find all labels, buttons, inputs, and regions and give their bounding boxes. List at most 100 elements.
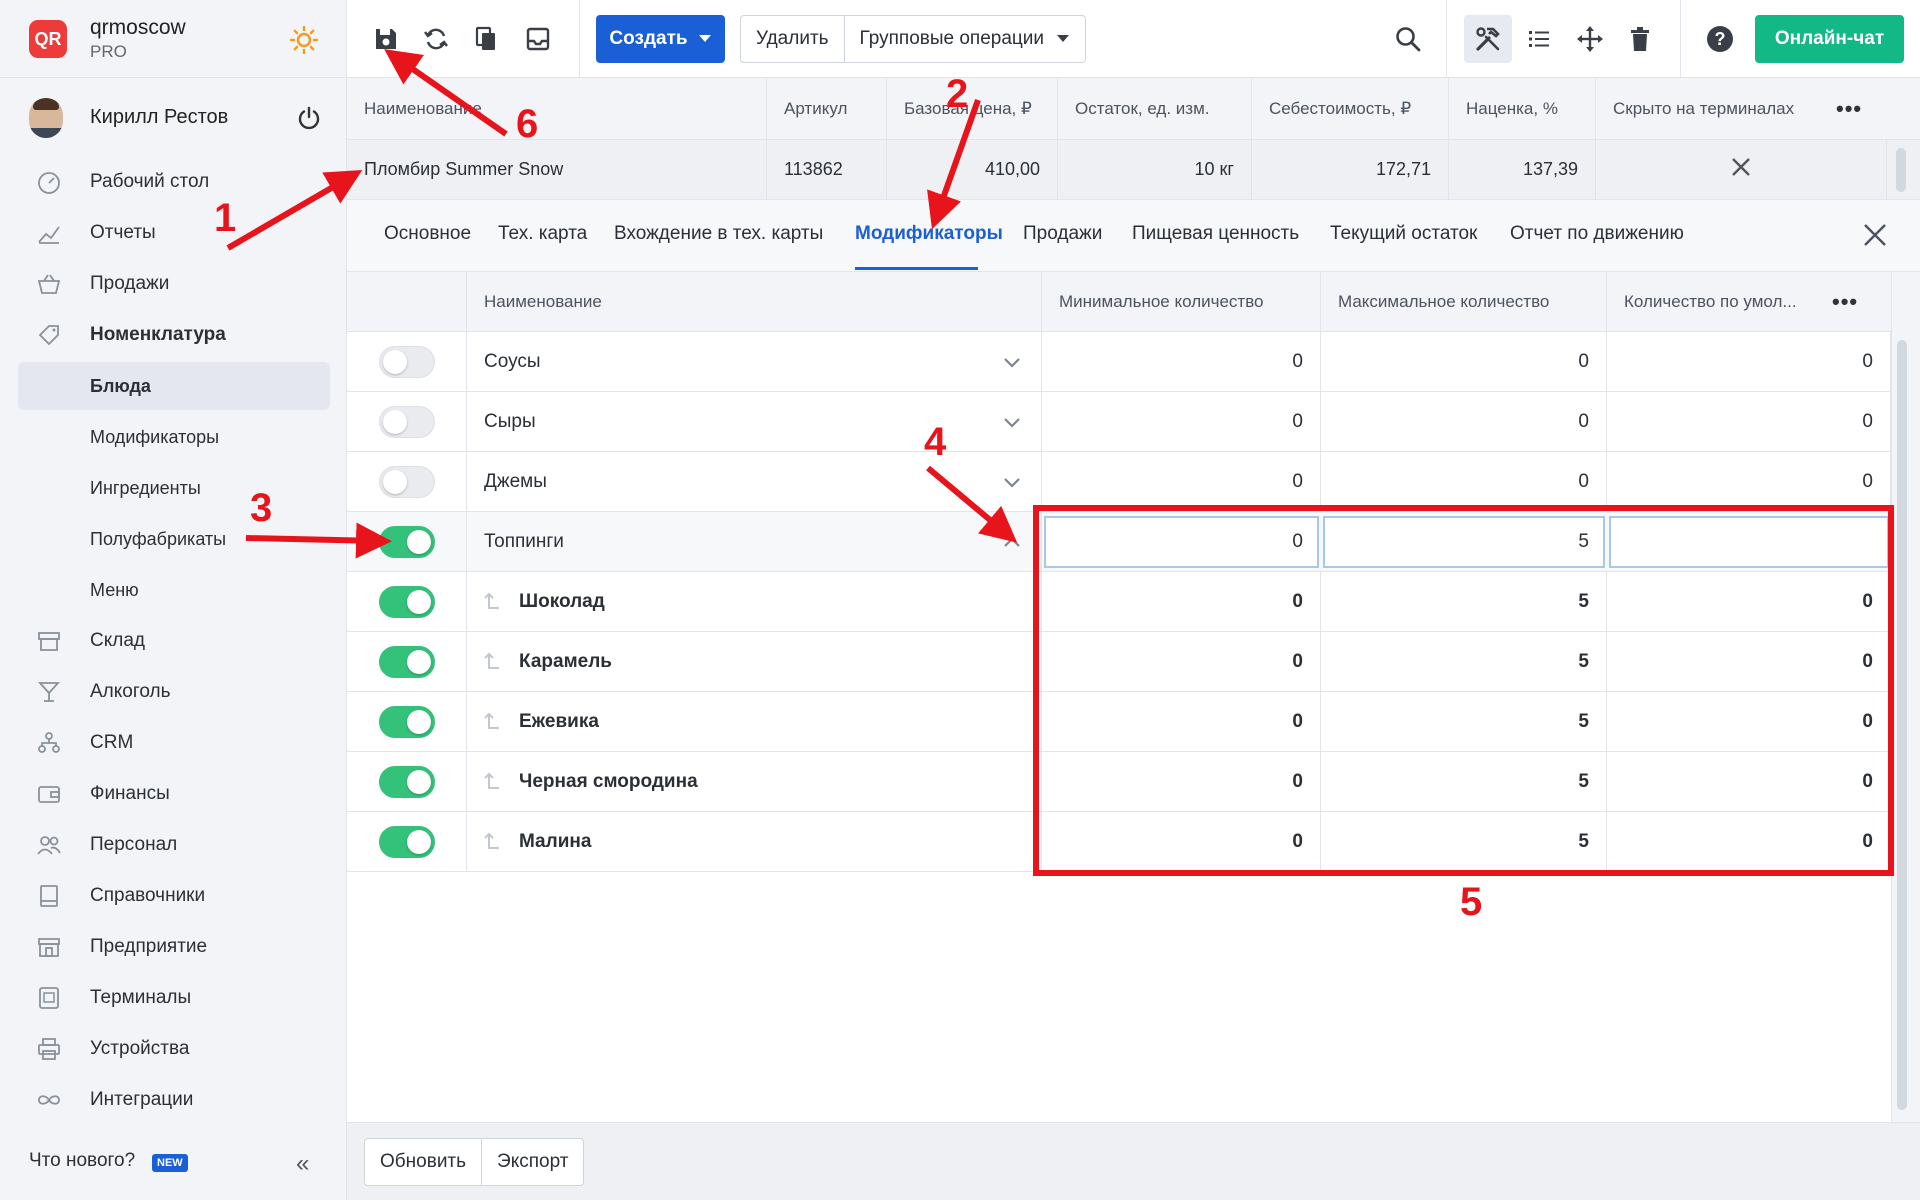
min-qty[interactable]: 0 xyxy=(1042,392,1321,451)
refresh-button[interactable]: Обновить xyxy=(365,1139,481,1185)
export-button[interactable]: Экспорт xyxy=(481,1139,583,1185)
max-qty[interactable]: 5 xyxy=(1321,572,1607,631)
table-row[interactable]: Шоколад 0 5 0 xyxy=(347,572,1891,632)
col-header-cost[interactable]: Себестоимость, ₽ xyxy=(1252,78,1449,139)
max-qty-input[interactable]: 5 xyxy=(1323,516,1605,568)
table-row[interactable]: Топпинги 0 5 xyxy=(347,512,1891,572)
max-qty[interactable]: 5 xyxy=(1321,692,1607,751)
max-qty[interactable]: 5 xyxy=(1321,632,1607,691)
sidebar-item-warehouse[interactable]: Склад xyxy=(18,617,330,665)
sidebar-item-semifinished[interactable]: Полуфабрикаты xyxy=(18,515,330,563)
table-row[interactable]: Джемы 0 0 0 xyxy=(347,452,1891,512)
enable-toggle[interactable] xyxy=(379,586,435,618)
enable-toggle[interactable] xyxy=(379,766,435,798)
sidebar-item-terminals[interactable]: Терминалы xyxy=(18,974,330,1022)
delete-button[interactable]: Удалить xyxy=(741,16,844,62)
sidebar-item-devices[interactable]: Устройства xyxy=(18,1025,330,1073)
default-qty[interactable]: 0 xyxy=(1607,392,1891,451)
enable-toggle[interactable] xyxy=(379,526,435,558)
sidebar-item-crm[interactable]: CRM xyxy=(18,719,330,767)
collapse-sidebar-icon[interactable]: « xyxy=(296,1150,309,1178)
copy-icon[interactable] xyxy=(469,22,503,56)
min-qty[interactable]: 0 xyxy=(1042,692,1321,751)
sidebar-item-alcohol[interactable]: Алкоголь xyxy=(18,668,330,716)
max-qty[interactable]: 0 xyxy=(1321,392,1607,451)
col-header-markup[interactable]: Наценка, % xyxy=(1449,78,1596,139)
col-header-sku[interactable]: Артикул xyxy=(767,78,887,139)
col-header-stock[interactable]: Остаток, ед. изм. xyxy=(1058,78,1252,139)
chevron-down-icon[interactable] xyxy=(1000,470,1024,500)
tab-current-stock[interactable]: Текущий остаток xyxy=(1330,223,1477,245)
close-icon[interactable] xyxy=(1862,222,1888,254)
default-qty[interactable]: 0 xyxy=(1607,812,1891,871)
tab-modifiers[interactable]: Модификаторы xyxy=(855,223,1003,245)
col-header-default[interactable]: Количество по умол... xyxy=(1607,272,1807,331)
table-row[interactable]: Карамель 0 5 0 xyxy=(347,632,1891,692)
sidebar-item-finance[interactable]: Финансы xyxy=(18,770,330,818)
default-qty-input[interactable] xyxy=(1609,516,1889,568)
search-icon[interactable] xyxy=(1391,22,1425,56)
trash-icon[interactable] xyxy=(1623,22,1657,56)
sidebar-item-enterprise[interactable]: Предприятие xyxy=(18,923,330,971)
create-button[interactable]: Создать xyxy=(596,15,725,63)
move-icon[interactable] xyxy=(1573,22,1607,56)
max-qty[interactable]: 0 xyxy=(1321,332,1607,391)
col-header-min[interactable]: Минимальное количество xyxy=(1042,272,1321,331)
chevron-down-icon[interactable] xyxy=(1000,350,1024,380)
sidebar-item-dashboard[interactable]: Рабочий стол xyxy=(18,158,330,206)
min-qty[interactable]: 0 xyxy=(1042,812,1321,871)
power-icon[interactable] xyxy=(296,105,322,137)
default-qty[interactable]: 0 xyxy=(1607,572,1891,631)
user-name[interactable]: Кирилл Рестов xyxy=(90,106,228,129)
min-qty[interactable]: 0 xyxy=(1042,572,1321,631)
table-row[interactable]: Соусы 0 0 0 xyxy=(347,332,1891,392)
sidebar-item-dishes[interactable]: Блюда xyxy=(18,362,330,410)
sidebar-item-reports[interactable]: Отчеты xyxy=(18,209,330,257)
tab-tech-card-entries[interactable]: Вхождение в тех. карты xyxy=(614,223,823,245)
col-header-price[interactable]: Базовая цена, ₽ xyxy=(887,78,1058,139)
default-qty[interactable]: 0 xyxy=(1607,452,1891,511)
columns-menu-icon[interactable]: ••• xyxy=(1819,78,1889,139)
min-qty[interactable]: 0 xyxy=(1042,752,1321,811)
sun-icon[interactable] xyxy=(289,25,319,60)
min-qty-input[interactable]: 0 xyxy=(1044,516,1319,568)
max-qty[interactable]: 0 xyxy=(1321,452,1607,511)
sidebar-item-integrations[interactable]: Интеграции xyxy=(18,1076,330,1124)
enable-toggle[interactable] xyxy=(379,706,435,738)
tab-tech-card[interactable]: Тех. карта xyxy=(498,223,587,245)
sidebar-item-modifiers[interactable]: Модификаторы xyxy=(18,413,330,461)
tab-movement-report[interactable]: Отчет по движению xyxy=(1510,223,1684,245)
default-qty[interactable]: 0 xyxy=(1607,752,1891,811)
enable-toggle[interactable] xyxy=(379,466,435,498)
sidebar-item-menu[interactable]: Меню xyxy=(18,566,330,614)
chevron-up-icon[interactable] xyxy=(1000,530,1024,560)
tab-nutrition[interactable]: Пищевая ценность xyxy=(1132,223,1299,245)
tab-general[interactable]: Основное xyxy=(384,223,471,245)
enable-toggle[interactable] xyxy=(379,346,435,378)
columns-menu-icon[interactable]: ••• xyxy=(1815,272,1891,331)
save-icon[interactable] xyxy=(369,22,403,56)
max-qty[interactable]: 5 xyxy=(1321,812,1607,871)
avatar[interactable] xyxy=(29,98,63,138)
min-qty[interactable]: 0 xyxy=(1042,632,1321,691)
max-qty[interactable]: 5 xyxy=(1321,752,1607,811)
enable-toggle[interactable] xyxy=(379,646,435,678)
col-header-name[interactable]: Наименование xyxy=(467,272,1042,331)
default-qty[interactable]: 0 xyxy=(1607,632,1891,691)
whats-new-link[interactable]: Что нового? xyxy=(29,1150,135,1172)
enable-toggle[interactable] xyxy=(379,826,435,858)
table-row[interactable]: Сыры 0 0 0 xyxy=(347,392,1891,452)
sidebar-item-ingredients[interactable]: Ингредиенты xyxy=(18,464,330,512)
scrollbar[interactable] xyxy=(1896,148,1906,192)
tools-icon[interactable] xyxy=(1471,22,1505,56)
sidebar-item-staff[interactable]: Персонал xyxy=(18,821,330,869)
col-header-max[interactable]: Максимальное количество xyxy=(1321,272,1607,331)
help-icon[interactable]: ? xyxy=(1703,22,1737,56)
chevron-down-icon[interactable] xyxy=(1000,410,1024,440)
min-qty[interactable]: 0 xyxy=(1042,332,1321,391)
default-qty[interactable]: 0 xyxy=(1607,332,1891,391)
col-header-name[interactable]: Наименование xyxy=(347,78,767,139)
online-chat-button[interactable]: Онлайн-чат xyxy=(1755,15,1904,63)
table-row[interactable]: Ежевика 0 5 0 xyxy=(347,692,1891,752)
sidebar-item-references[interactable]: Справочники xyxy=(18,872,330,920)
